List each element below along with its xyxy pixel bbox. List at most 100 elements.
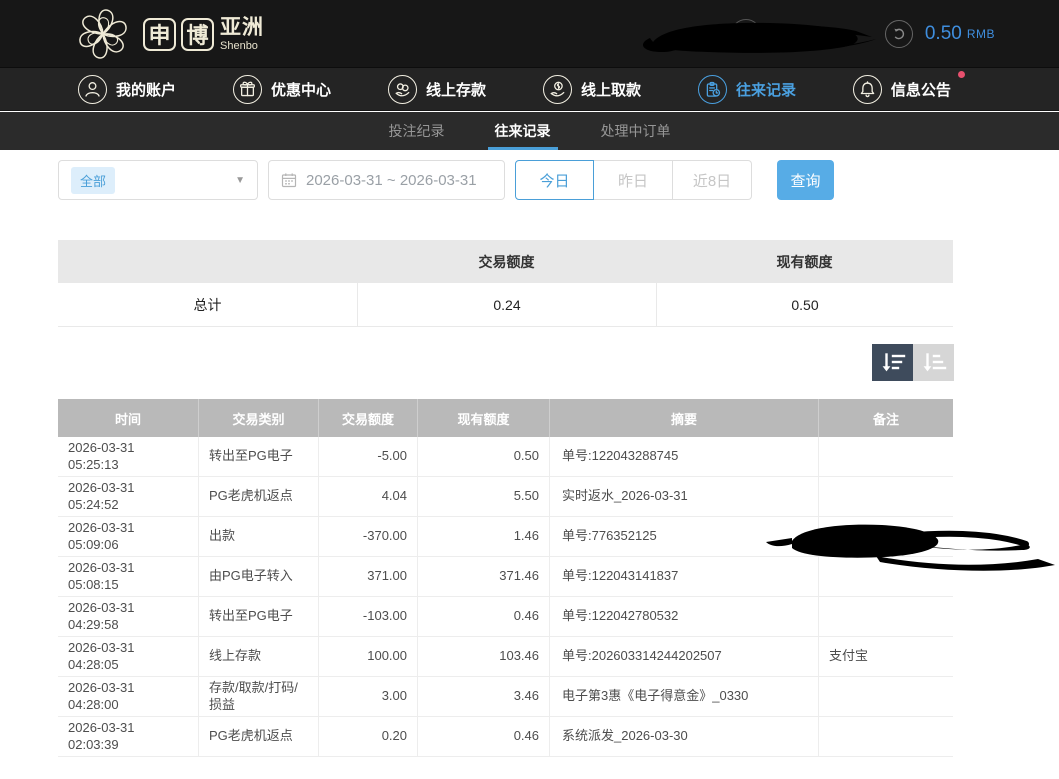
logo-region-text: 亚洲: [220, 17, 264, 38]
cell-remark: [818, 557, 953, 596]
cell-type: PG老虎机返点: [198, 717, 318, 756]
active-tab-underline: [488, 147, 558, 150]
nav-item-my-account[interactable]: 我的账户: [78, 75, 176, 104]
col-header-remark: 备注: [818, 399, 953, 437]
sub-navigation: 投注纪录 往来记录 处理中订单: [0, 112, 1059, 150]
col-header-balance: 现有额度: [417, 399, 549, 437]
nav-item-announcements[interactable]: 信息公告: [853, 75, 951, 104]
summary-table: 交易额度 现有额度 总计 0.24 0.50: [58, 240, 953, 327]
cell-summary: 系统派发_2026-03-30: [549, 717, 818, 756]
summary-header-balance: 现有额度: [656, 240, 953, 283]
flower-logo-icon: [68, 4, 138, 64]
top-header-bar: 申 博 亚洲 Shenbo 0.50 RMB: [0, 0, 1059, 68]
cell-remark: [818, 717, 953, 756]
subnav-pending-orders[interactable]: 处理中订单: [601, 112, 671, 150]
col-header-time: 时间: [58, 399, 198, 437]
cell-summary: 单号:122042780532: [549, 597, 818, 636]
cell-time: 2026-03-31 04:29:58: [58, 597, 198, 636]
table-row: 2026-03-31 05:09:06 出款 -370.00 1.46 单号:7…: [58, 517, 953, 557]
nav-label: 优惠中心: [271, 79, 331, 100]
cell-amount: 3.00: [318, 677, 417, 716]
cell-time: 2026-03-31 05:09:06: [58, 517, 198, 556]
cell-time: 2026-03-31 04:28:00: [58, 677, 198, 716]
sort-descending-button[interactable]: [872, 344, 913, 381]
cell-type: PG老虎机返点: [198, 477, 318, 516]
yesterday-button[interactable]: 昨日: [594, 160, 673, 200]
cell-time: 2026-03-31 05:08:15: [58, 557, 198, 596]
nav-label: 往来记录: [736, 79, 796, 100]
cell-time: 2026-03-31 04:28:05: [58, 637, 198, 676]
table-row: 2026-03-31 05:08:15 由PG电子转入 371.00 371.4…: [58, 557, 953, 597]
user-icon: [78, 75, 107, 104]
summary-total-label: 总计: [58, 283, 357, 326]
sort-ascending-button[interactable]: [913, 344, 954, 381]
cell-type: 转出至PG电子: [198, 597, 318, 636]
table-row: 2026-03-31 04:29:58 转出至PG电子 -103.00 0.46…: [58, 597, 953, 637]
cell-summary: 单号:122043288745: [549, 437, 818, 476]
records-icon: [698, 75, 727, 104]
subnav-bet-records[interactable]: 投注纪录: [389, 112, 445, 150]
last-8-days-button[interactable]: 近8日: [673, 160, 752, 200]
summary-header-transaction: 交易额度: [357, 240, 656, 283]
cell-summary: 电子第3惠《电子得意金》_0330: [549, 677, 818, 716]
subnav-transaction-records[interactable]: 往来记录: [495, 112, 551, 150]
today-button[interactable]: 今日: [515, 160, 594, 200]
cell-balance: 1.46: [417, 517, 549, 556]
deposit-icon: [388, 75, 417, 104]
summary-transaction-total: 0.24: [357, 283, 656, 326]
nav-item-records[interactable]: 往来记录: [698, 75, 796, 104]
cell-type: 线上存款: [198, 637, 318, 676]
nav-item-deposit[interactable]: 线上存款: [388, 75, 486, 104]
cell-remark: [818, 477, 953, 516]
withdraw-icon: [543, 75, 572, 104]
table-row: 2026-03-31 02:03:39 PG老虎机返点 0.20 0.46 系统…: [58, 717, 953, 757]
balance-amount: 0.50: [925, 23, 962, 45]
brand-logo[interactable]: 申 博 亚洲 Shenbo: [68, 4, 264, 64]
chevron-down-icon: ▼: [235, 175, 245, 186]
col-header-summary: 摘要: [549, 399, 818, 437]
refresh-icon[interactable]: [885, 20, 913, 48]
page: 申 博 亚洲 Shenbo 0.50 RMB: [0, 0, 1059, 779]
cell-amount: 0.20: [318, 717, 417, 756]
cell-amount: -5.00: [318, 437, 417, 476]
cell-balance: 0.50: [417, 437, 549, 476]
cell-remark: 支付宝: [818, 637, 953, 676]
gift-icon: [233, 75, 262, 104]
obscured-icon[interactable]: [731, 19, 761, 49]
cell-time: 2026-03-31 02:03:39: [58, 717, 198, 756]
cell-type: 出款: [198, 517, 318, 556]
cell-summary: 实时返水_2026-03-31: [549, 477, 818, 516]
cell-amount: -370.00: [318, 517, 417, 556]
cell-time: 2026-03-31 05:24:52: [58, 477, 198, 516]
nav-label: 线上存款: [426, 79, 486, 100]
table-row: 2026-03-31 05:24:52 PG老虎机返点 4.04 5.50 实时…: [58, 477, 953, 517]
cell-balance: 371.46: [417, 557, 549, 596]
filter-row: 全部 ▼ 2026-03-31 ~ 2026-03-31 今日 昨日 近8日 查…: [58, 160, 834, 200]
sort-controls: [872, 344, 954, 381]
cell-remark: [818, 437, 953, 476]
logo-char-shen: 申: [143, 18, 176, 51]
date-range-input[interactable]: 2026-03-31 ~ 2026-03-31: [268, 160, 505, 200]
cell-type: 转出至PG电子: [198, 437, 318, 476]
nav-item-promotions[interactable]: 优惠中心: [233, 75, 331, 104]
type-select-dropdown[interactable]: 全部 ▼: [58, 160, 258, 200]
col-header-amount: 交易额度: [318, 399, 417, 437]
table-row: 2026-03-31 04:28:05 线上存款 100.00 103.46 单…: [58, 637, 953, 677]
nav-item-withdraw[interactable]: 线上取款: [543, 75, 641, 104]
cell-balance: 0.46: [417, 597, 549, 636]
table-row: 2026-03-31 04:28:00 存款/取款/打码/损益 3.00 3.4…: [58, 677, 953, 717]
date-range-value: 2026-03-31 ~ 2026-03-31: [306, 172, 477, 189]
cell-balance: 0.46: [417, 717, 549, 756]
summary-balance-total: 0.50: [656, 283, 953, 326]
table-row: 2026-03-31 05:25:13 转出至PG电子 -5.00 0.50 单…: [58, 437, 953, 477]
cell-summary: 单号:202603314244202507: [549, 637, 818, 676]
cell-amount: 371.00: [318, 557, 417, 596]
cell-remark: [818, 677, 953, 716]
cell-amount: 4.04: [318, 477, 417, 516]
cell-type: 存款/取款/打码/损益: [198, 677, 318, 716]
summary-header-empty: [58, 240, 357, 283]
cell-balance: 103.46: [417, 637, 549, 676]
search-button[interactable]: 查询: [777, 160, 834, 200]
type-selected-pill: 全部: [71, 167, 115, 194]
cell-time: 2026-03-31 05:25:13: [58, 437, 198, 476]
